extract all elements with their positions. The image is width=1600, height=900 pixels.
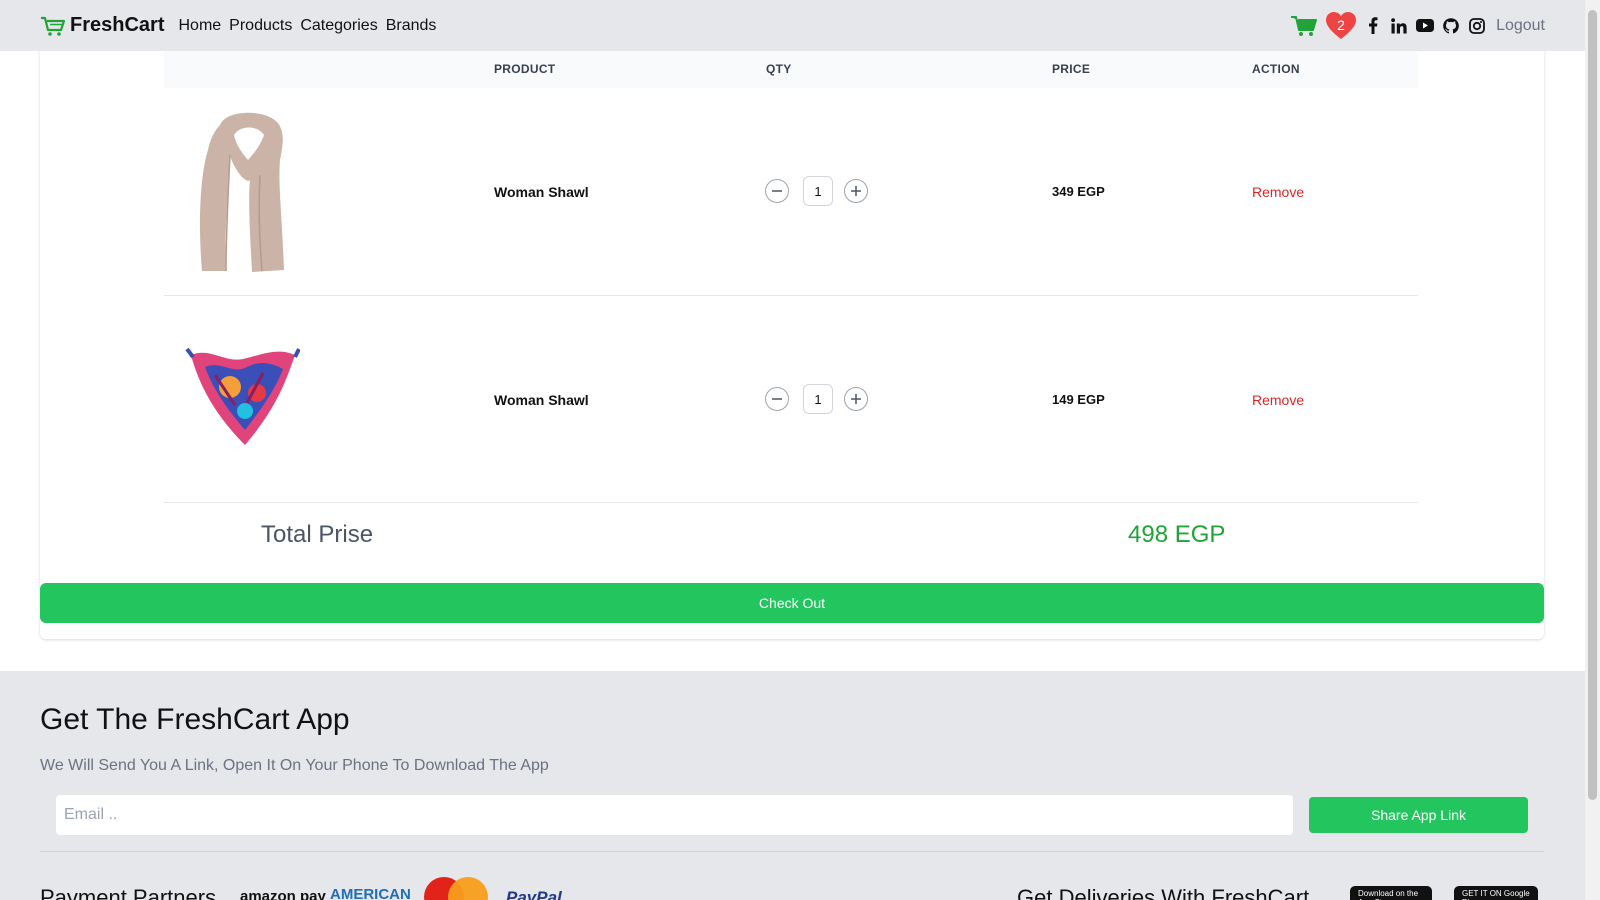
qty-value: 1: [803, 176, 833, 206]
item-price: 349 EGP: [1052, 184, 1105, 199]
total-value: 498 EGP: [1128, 521, 1226, 548]
product-image-colorful-bandana: [185, 347, 300, 445]
decrease-qty-button[interactable]: [765, 387, 789, 411]
nav-products[interactable]: Products: [229, 17, 292, 35]
mastercard-logo: [424, 877, 488, 900]
brand-name: FreshCart: [70, 14, 165, 36]
scrollbar-thumb[interactable]: [1588, 10, 1597, 800]
footer-title: Get The FreshCart App: [40, 703, 350, 736]
total-label: Total Prise: [261, 521, 374, 548]
instagram-icon[interactable]: [1468, 17, 1486, 35]
checkout-button[interactable]: Check Out: [40, 583, 1544, 623]
row-divider: [164, 295, 1418, 296]
facebook-icon[interactable]: [1364, 17, 1382, 35]
plus-icon: [851, 186, 861, 196]
brand-logo[interactable]: FreshCart: [40, 14, 164, 37]
minus-icon: [772, 398, 782, 400]
linkedin-icon[interactable]: [1390, 17, 1408, 35]
plus-icon: [851, 394, 861, 404]
header-qty: QTY: [766, 62, 792, 76]
decrease-qty-button[interactable]: [765, 179, 789, 203]
nav-categories[interactable]: Categories: [300, 17, 377, 35]
header-action: ACTION: [1252, 62, 1300, 76]
product-image-beige-scarf: [200, 112, 284, 272]
increase-qty-button[interactable]: [844, 179, 868, 203]
navbar: FreshCart Home Products Categories Brand…: [0, 0, 1585, 51]
amazon-pay-logo: amazon pay: [240, 888, 326, 900]
american-express-logo: AMERICAN: [330, 886, 411, 900]
remove-item-button[interactable]: Remove: [1252, 392, 1304, 408]
logout-link[interactable]: Logout: [1496, 17, 1545, 35]
email-input[interactable]: [56, 795, 1293, 835]
wishlist-count: 2: [1337, 16, 1345, 33]
item-price: 149 EGP: [1052, 392, 1105, 407]
nav-actions: 2 Logout: [1290, 11, 1545, 40]
share-app-link-button[interactable]: Share App Link: [1309, 797, 1528, 833]
header-product: PRODUCT: [494, 62, 556, 76]
header-price: PRICE: [1052, 62, 1091, 76]
nav-brands[interactable]: Brands: [386, 17, 437, 35]
footer-subtitle: We Will Send You A Link, Open It On Your…: [40, 757, 549, 774]
youtube-icon[interactable]: [1416, 17, 1435, 35]
product-name: Woman Shawl: [494, 184, 589, 200]
nav-home[interactable]: Home: [178, 17, 221, 35]
minus-icon: [772, 190, 782, 192]
page-scrollbar[interactable]: [1585, 0, 1600, 900]
google-play-badge[interactable]: GET IT ON Google Play: [1454, 886, 1538, 900]
product-name: Woman Shawl: [494, 392, 589, 408]
remove-item-button[interactable]: Remove: [1252, 184, 1304, 200]
row-divider: [164, 502, 1418, 503]
wishlist-button[interactable]: 2: [1326, 11, 1357, 40]
cart-logo-icon: [41, 16, 66, 36]
cart-icon[interactable]: [1290, 14, 1318, 38]
footer-divider: [40, 851, 1544, 852]
github-icon[interactable]: [1442, 17, 1460, 35]
deliveries-label: Get Deliveries With FreshCart: [1017, 885, 1310, 900]
nav-links: Home Products Categories Brands: [178, 17, 436, 35]
increase-qty-button[interactable]: [844, 387, 868, 411]
qty-value: 1: [803, 384, 833, 414]
payment-partners-label: Payment Partners: [40, 885, 217, 900]
app-store-badge[interactable]: Download on the App Store: [1350, 886, 1432, 900]
paypal-logo: PayPal: [506, 888, 562, 900]
